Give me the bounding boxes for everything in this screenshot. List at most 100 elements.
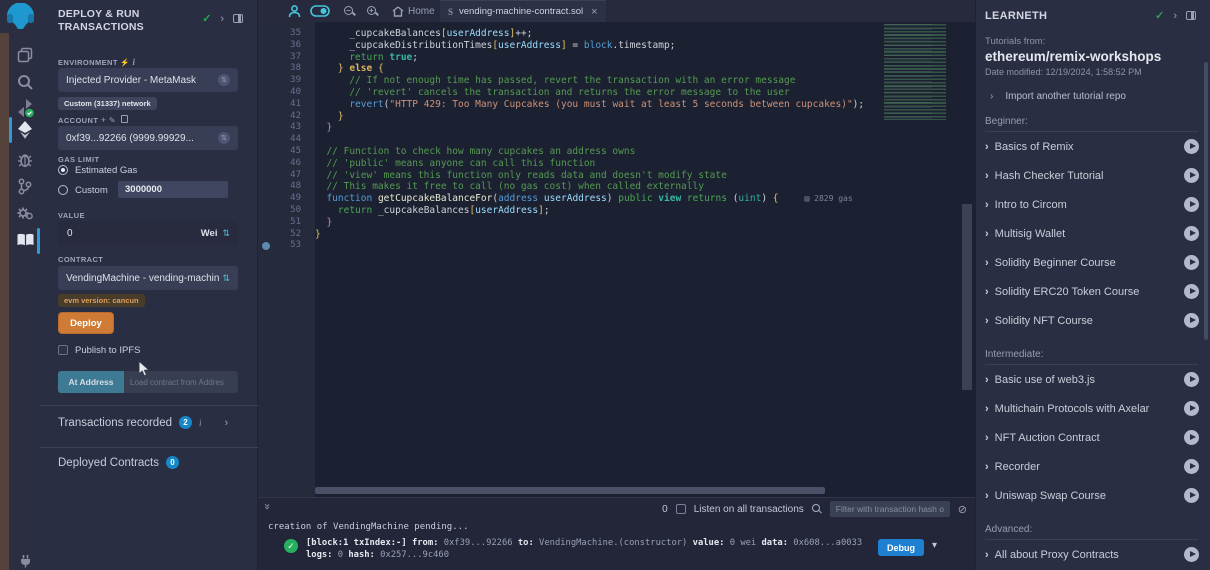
plugin-connector-icon[interactable] xyxy=(10,548,40,570)
tutorial-item[interactable]: ›Hash Checker Tutorial xyxy=(976,161,1210,190)
tutorial-play-icon[interactable] xyxy=(1184,168,1199,183)
horizontal-scrollbar[interactable] xyxy=(315,487,825,494)
vertical-scrollbar[interactable] xyxy=(962,204,972,390)
environment-info-icon[interactable]: i xyxy=(133,57,136,67)
zoom-in-icon[interactable]: + xyxy=(367,6,378,17)
editor-toolbar: − + Home S vending-machine-contract.sol … xyxy=(258,0,975,22)
code-line: 48 // This makes it free to call (no gas… xyxy=(258,181,975,193)
tutorial-label: Basic use of web3.js xyxy=(995,374,1095,386)
deploy-button[interactable]: Deploy xyxy=(58,312,114,334)
source-control-icon[interactable] xyxy=(10,174,40,198)
tutorial-item[interactable]: ›Basic use of web3.js xyxy=(976,365,1210,394)
solidity-compiler-icon[interactable] xyxy=(10,96,40,120)
tutorial-item[interactable]: ›Multichain Protocols with Axelar xyxy=(976,394,1210,423)
tx-log[interactable]: [block:1 txIndex:-] from: 0xf39...92266 … xyxy=(306,538,871,561)
tutorial-item[interactable]: ›Intro to Circom xyxy=(976,190,1210,219)
terminal-expand-icon[interactable]: » xyxy=(261,503,274,510)
value-unit-select[interactable]: Wei ⇅ xyxy=(201,228,238,239)
account-select[interactable]: 0xf39...92266 (9999.99929... xyxy=(58,126,238,150)
code-editor[interactable]: 35 _cupcakeBalances[userAddress]++;36 _c… xyxy=(258,22,975,497)
tutorial-item[interactable]: ›Basics of Remix xyxy=(976,132,1210,161)
transactions-info-icon[interactable]: i xyxy=(199,418,202,428)
ai-toggle-icon[interactable] xyxy=(306,0,334,22)
deploy-run-icon[interactable] xyxy=(10,118,40,142)
import-repo-row[interactable]: › Import another tutorial repo xyxy=(990,91,1210,102)
publish-ipfs-checkbox[interactable] xyxy=(58,345,68,355)
environment-select[interactable]: Injected Provider - MetaMask xyxy=(58,68,238,92)
plug-icon: ⚡ xyxy=(120,58,130,67)
learneth-icon[interactable] xyxy=(10,228,40,252)
tab-vending-machine-contract[interactable]: S vending-machine-contract.sol × xyxy=(440,0,606,22)
panel-collapse-icon[interactable]: › xyxy=(220,13,224,25)
estimated-gas-radio[interactable] xyxy=(58,165,68,175)
transactions-recorded-row[interactable]: Transactions recorded 2 i › xyxy=(58,416,228,429)
value-input[interactable]: 0 xyxy=(58,228,201,239)
tutorial-play-icon[interactable] xyxy=(1184,255,1199,270)
search-icon[interactable] xyxy=(10,70,40,94)
home-label[interactable]: Home xyxy=(408,6,435,17)
home-icon[interactable] xyxy=(392,0,404,22)
transactions-expand-icon[interactable]: › xyxy=(225,417,229,429)
code-line: 44 xyxy=(258,134,975,146)
value-input-group[interactable]: 0 Wei ⇅ xyxy=(58,221,238,245)
tutorial-item[interactable]: ›Recorder xyxy=(976,452,1210,481)
learneth-scrollbar[interactable] xyxy=(1204,62,1208,340)
tutorial-item[interactable]: ›NFT Auction Contract xyxy=(976,423,1210,452)
tutorial-play-icon[interactable] xyxy=(1184,197,1199,212)
tutorial-play-icon[interactable] xyxy=(1184,226,1199,241)
terminal-filter-input[interactable] xyxy=(830,501,950,517)
tutorial-play-icon[interactable] xyxy=(1184,547,1199,562)
tutorial-play-icon[interactable] xyxy=(1184,372,1199,387)
tutorial-play-icon[interactable] xyxy=(1184,401,1199,416)
environment-settings-icon[interactable] xyxy=(218,74,230,86)
custom-gas-radio[interactable] xyxy=(58,185,68,195)
zoom-out-icon[interactable]: − xyxy=(344,6,355,17)
deployed-contracts-row[interactable]: Deployed Contracts 0 xyxy=(58,456,179,469)
learneth-pin-icon[interactable] xyxy=(1186,11,1196,20)
learneth-collapse-icon[interactable]: › xyxy=(1173,10,1177,22)
import-repo-label: Import another tutorial repo xyxy=(1005,91,1126,102)
remix-logo-icon[interactable] xyxy=(4,3,37,31)
tutorial-item[interactable]: ›Multisig Wallet xyxy=(976,219,1210,248)
add-account-icon[interactable]: + xyxy=(101,115,107,125)
debug-button[interactable]: Debug xyxy=(878,539,924,556)
import-chevron-icon: › xyxy=(990,91,993,102)
tutorial-label: Uniswap Swap Course xyxy=(995,490,1106,502)
ai-assistant-icon[interactable] xyxy=(282,0,306,22)
tutorial-item[interactable]: ›All about Proxy Contracts xyxy=(976,540,1210,569)
tutorial-item[interactable]: ›Solidity Beginner Course xyxy=(976,248,1210,277)
code-line: 35 _cupcakeBalances[userAddress]++; xyxy=(258,28,975,40)
breakpoint-dot[interactable] xyxy=(262,242,270,250)
account-settings-icon[interactable] xyxy=(218,132,230,144)
tutorial-label: NFT Auction Contract xyxy=(995,432,1100,444)
tutorial-play-icon[interactable] xyxy=(1184,430,1199,445)
edit-account-icon[interactable]: ✎ xyxy=(109,116,116,125)
tutorial-play-icon[interactable] xyxy=(1184,284,1199,299)
at-address-button[interactable]: At Address xyxy=(58,371,124,393)
debugger-icon[interactable] xyxy=(10,147,40,171)
file-explorer-icon[interactable] xyxy=(10,43,40,67)
tutorial-play-icon[interactable] xyxy=(1184,139,1199,154)
tutorial-play-icon[interactable] xyxy=(1184,313,1199,328)
run-script-icon[interactable] xyxy=(258,0,282,22)
panel-pin-icon[interactable] xyxy=(233,14,243,23)
tutorial-item[interactable]: ›Uniswap Swap Course xyxy=(976,481,1210,510)
copy-account-icon[interactable] xyxy=(121,115,128,123)
clear-console-icon[interactable]: ⊘ xyxy=(958,503,967,516)
contract-select[interactable]: VendingMachine - vending-machin ⇅ xyxy=(58,266,238,290)
tutorial-item[interactable]: ›Solidity NFT Course xyxy=(976,306,1210,335)
plugin-manager-icon[interactable] xyxy=(10,201,40,225)
tutorial-play-icon[interactable] xyxy=(1184,488,1199,503)
tab-close-icon[interactable]: × xyxy=(591,6,597,18)
code-line: 40 // 'revert' cancels the transaction a… xyxy=(258,87,975,99)
tutorial-play-icon[interactable] xyxy=(1184,459,1199,474)
listen-all-checkbox[interactable] xyxy=(676,504,686,514)
code-line: 46 // 'public' means anyone can call thi… xyxy=(258,158,975,170)
custom-gas-input[interactable] xyxy=(118,181,228,198)
tutorials-from-label: Tutorials from: xyxy=(985,36,1210,47)
tutorial-item[interactable]: ›Solidity ERC20 Token Course xyxy=(976,277,1210,306)
deployed-contracts-label: Deployed Contracts xyxy=(58,457,159,469)
minimap[interactable] xyxy=(884,24,956,120)
tutorial-section-label: Intermediate: xyxy=(985,349,1198,365)
tx-expand-icon[interactable]: ▾ xyxy=(932,540,937,551)
